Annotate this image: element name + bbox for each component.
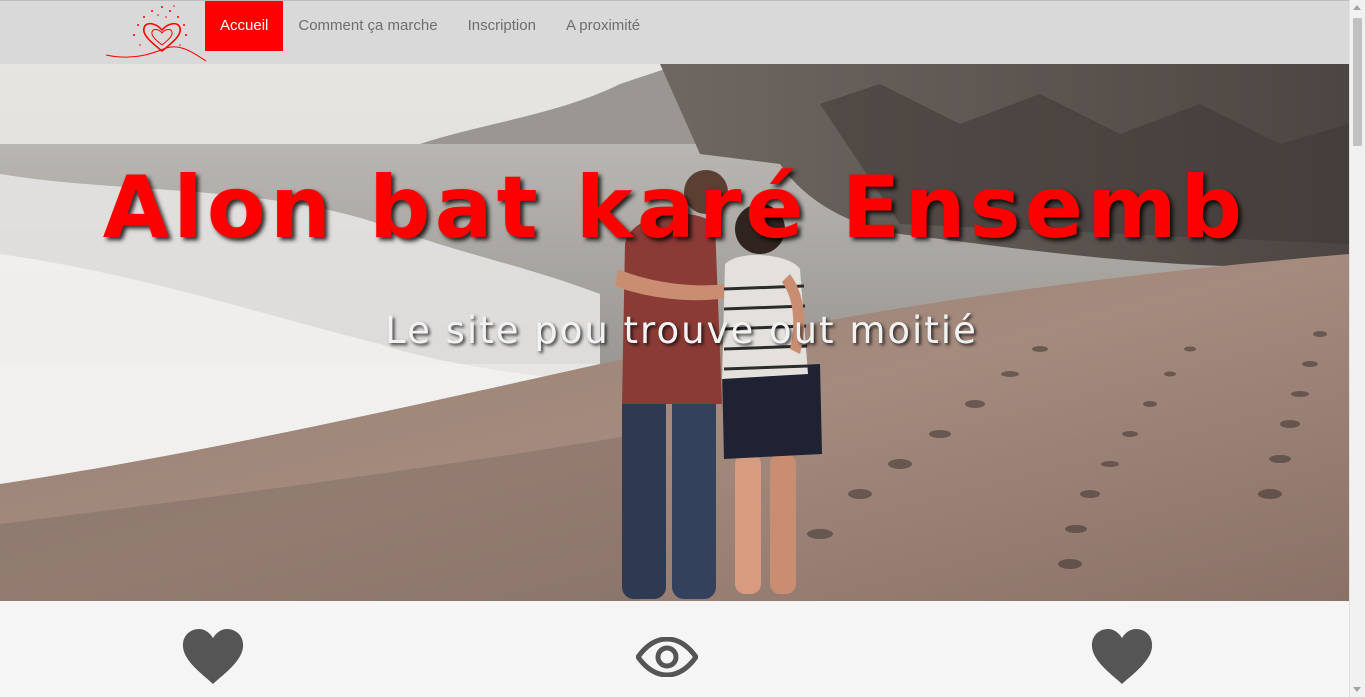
vertical-scrollbar[interactable] [1349, 0, 1365, 697]
nav-accueil[interactable]: Accueil [205, 1, 284, 51]
main-nav: Accueil Comment ça marche Inscription A … [205, 1, 655, 51]
navbar: Accueil Comment ça marche Inscription A … [0, 0, 1349, 64]
scroll-down-arrow-icon[interactable] [1353, 687, 1361, 692]
scroll-up-arrow-icon[interactable] [1353, 5, 1361, 10]
hero-title: Alon bat karé Ensemb [102, 158, 1247, 258]
scrollbar-thumb[interactable] [1353, 18, 1362, 146]
logo-hearts-icon[interactable] [104, 3, 208, 63]
nav-comment-ca-marche[interactable]: Comment ça marche [283, 1, 452, 51]
heart-icon [1091, 629, 1153, 684]
hero-subtitle: Le site pou trouve out moitié [385, 309, 978, 352]
eye-icon [636, 637, 698, 677]
heart-icon [182, 629, 244, 684]
nav-inscription[interactable]: Inscription [453, 1, 551, 51]
features-section [0, 601, 1349, 697]
hero-banner: Alon bat karé Ensemb Le site pou trouve … [0, 64, 1349, 601]
nav-a-proximite[interactable]: A proximité [551, 1, 655, 51]
